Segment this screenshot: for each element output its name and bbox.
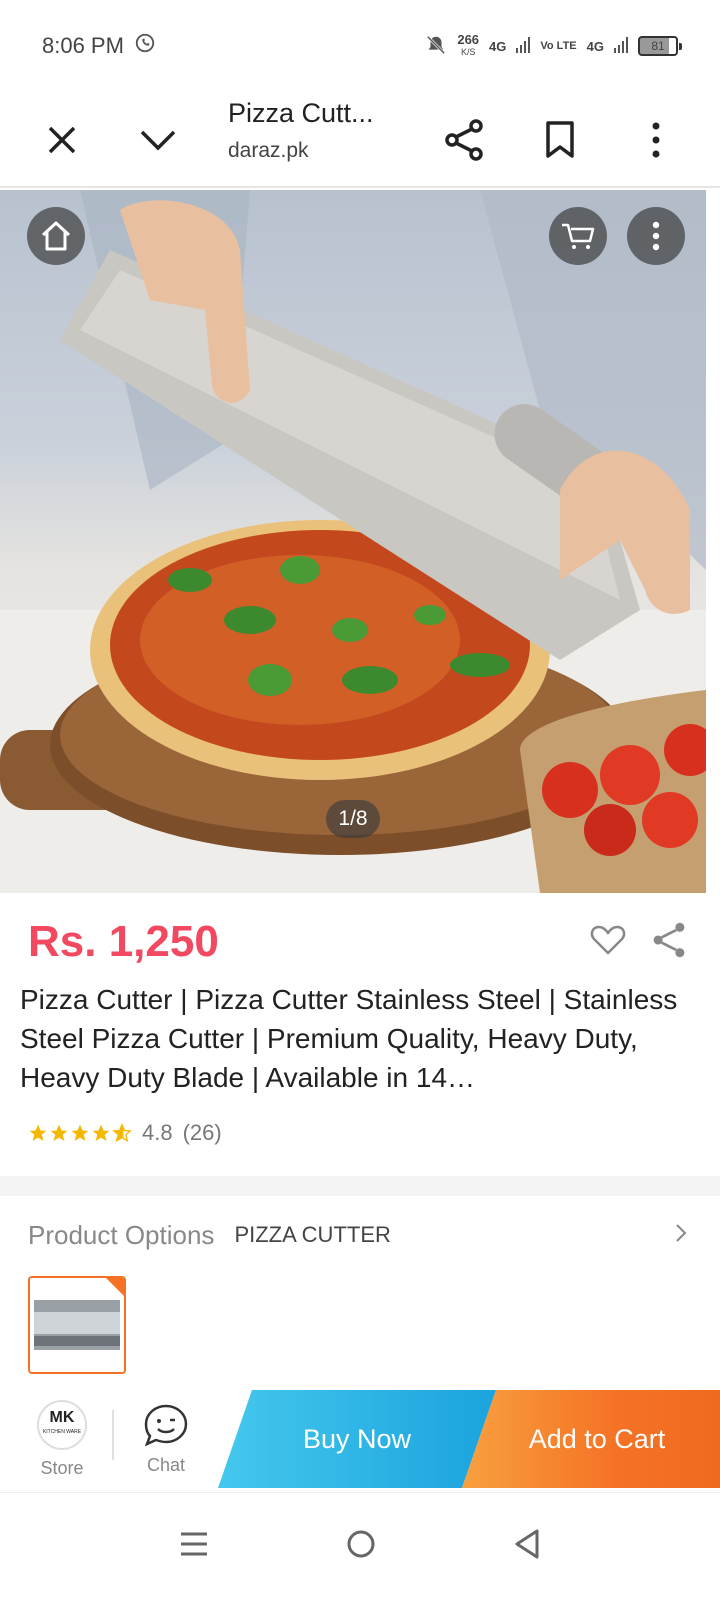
star-icon xyxy=(92,1124,110,1141)
share-button[interactable] xyxy=(416,92,512,188)
price-row: Rs. 1,250 xyxy=(28,912,688,972)
status-time: 8:06 PM xyxy=(42,33,124,58)
signal-bars-icon xyxy=(614,36,628,56)
price-actions xyxy=(590,921,688,964)
chat-button[interactable]: Chat xyxy=(120,1388,212,1490)
gallery-pager: 1/8 xyxy=(326,800,380,838)
section-divider xyxy=(0,1176,720,1196)
product-options-label: Product Options xyxy=(28,1219,215,1250)
action-divider xyxy=(112,1410,114,1460)
product-share-button[interactable] xyxy=(650,921,688,964)
star-half-icon xyxy=(112,1123,132,1143)
recents-button[interactable] xyxy=(179,1530,209,1563)
add-to-cart-label: Add to Cart xyxy=(528,1423,666,1454)
buy-now-button[interactable]: Buy Now xyxy=(218,1390,496,1488)
home-nav-button[interactable] xyxy=(346,1529,376,1564)
store-button[interactable]: MK KITCHEN WARE Store xyxy=(16,1388,108,1490)
star-icon xyxy=(71,1124,89,1141)
page-title-block: Pizza Cutt... daraz.pk xyxy=(228,98,374,163)
battery-level: 81 xyxy=(651,39,665,53)
heart-icon xyxy=(590,925,626,954)
gallery-more-button[interactable] xyxy=(627,207,685,265)
product-title: Pizza Cutter | Pizza Cutter Stainless St… xyxy=(20,984,678,1093)
chat-icon xyxy=(144,1404,188,1446)
status-time-group: 8:06 PM xyxy=(42,32,156,60)
star-icon xyxy=(50,1124,68,1141)
status-indicators: 266 K/S 4G Vo LTE 4G 81 xyxy=(425,32,682,59)
rating-value: 4.8 xyxy=(142,1120,173,1145)
circle-home-icon xyxy=(347,1530,375,1558)
close-button[interactable] xyxy=(14,92,110,188)
store-label: Store xyxy=(40,1457,84,1478)
signal-4g-2: 4G xyxy=(586,38,604,54)
whatsapp-icon xyxy=(134,32,156,60)
share-icon xyxy=(445,119,483,161)
battery-indicator: 81 xyxy=(638,36,682,56)
chevron-right-icon xyxy=(674,1222,688,1249)
back-button[interactable] xyxy=(513,1528,541,1565)
browser-toolbar: Pizza Cutt... daraz.pk xyxy=(0,92,720,188)
store-logo-text: MK xyxy=(49,1408,75,1426)
product-rating[interactable]: 4.8 (26) xyxy=(28,1120,222,1146)
home-button[interactable] xyxy=(27,207,85,265)
minimize-button[interactable] xyxy=(110,92,206,188)
buy-now-label: Buy Now xyxy=(302,1423,412,1454)
net-speed: 266 K/S xyxy=(457,32,480,58)
product-options-row[interactable]: Product Options PIZZA CUTTER xyxy=(28,1210,688,1260)
cart-button[interactable] xyxy=(549,207,607,265)
product-image-gallery[interactable]: 1/8 xyxy=(0,190,706,893)
more-options-button[interactable] xyxy=(608,92,704,188)
signal-volte: Vo LTE xyxy=(540,40,577,52)
cart-icon xyxy=(562,223,595,249)
signal-4g-1: 4G xyxy=(489,38,507,54)
selected-corner-marker xyxy=(106,1278,124,1296)
system-nav-bar xyxy=(0,1492,720,1600)
bookmark-icon xyxy=(546,121,574,158)
more-vertical-icon xyxy=(652,122,660,158)
rating-stars xyxy=(28,1123,132,1143)
rating-count: (26) xyxy=(182,1120,222,1145)
net-speed-value: 266 xyxy=(457,32,480,47)
chat-label: Chat xyxy=(146,1454,186,1475)
page-url: daraz.pk xyxy=(228,139,309,162)
share-icon xyxy=(653,922,685,957)
page-title: Pizza Cutt... xyxy=(228,98,374,128)
menu-icon xyxy=(180,1532,207,1556)
back-triangle-icon xyxy=(515,1529,539,1559)
bottom-action-bar: MK KITCHEN WARE Store Chat Buy Now Add t… xyxy=(0,1388,720,1490)
bookmark-button[interactable] xyxy=(512,92,608,188)
toolbar-actions xyxy=(416,92,704,188)
star-icon xyxy=(29,1124,47,1141)
product-price: Rs. 1,250 xyxy=(28,917,219,966)
signal-bars-icon xyxy=(516,36,531,56)
close-icon xyxy=(48,126,76,154)
bell-muted-icon xyxy=(425,34,447,59)
product-option-thumbnail[interactable] xyxy=(28,1276,126,1374)
chevron-down-icon xyxy=(140,130,176,151)
more-vertical-icon xyxy=(652,221,660,251)
store-logo-subtext: KITCHEN WARE xyxy=(42,1428,82,1435)
status-bar: 8:06 PM 266 K/S 4G Vo LTE 4G 81 xyxy=(0,0,720,92)
product-photo xyxy=(0,190,706,893)
home-icon xyxy=(41,221,71,251)
add-to-cart-button[interactable]: Add to Cart xyxy=(462,1390,720,1488)
net-speed-unit: K/S xyxy=(460,47,476,57)
wishlist-button[interactable] xyxy=(590,924,626,961)
product-options-value: PIZZA CUTTER xyxy=(234,1222,391,1247)
store-logo: MK KITCHEN WARE xyxy=(37,1399,87,1450)
